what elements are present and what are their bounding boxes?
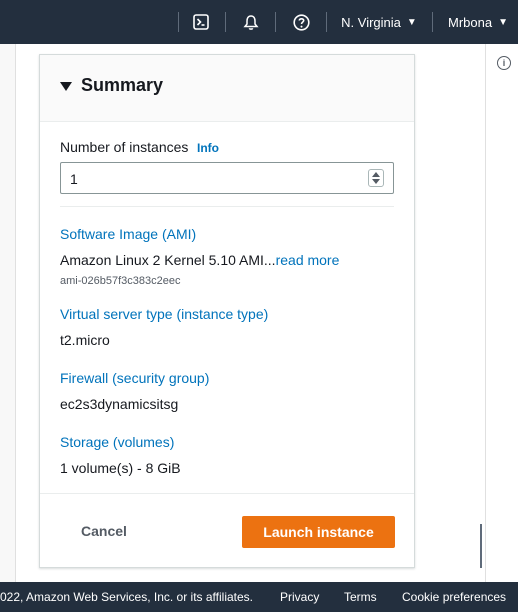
copyright-text: 022, Amazon Web Services, Inc. or its af… (0, 590, 254, 604)
instances-count-input[interactable]: 1 (60, 162, 394, 194)
security-group-value: ec2s3dynamicsitsg (60, 396, 179, 412)
number-stepper[interactable] (368, 169, 384, 187)
account-name: Mrbona (448, 14, 493, 30)
caret-down-icon[interactable] (60, 82, 72, 91)
divider (40, 493, 414, 494)
nav-divider (432, 12, 433, 32)
region-label: N. Virginia (341, 14, 401, 30)
terms-link[interactable]: Terms (344, 590, 377, 604)
storage-heading-link[interactable]: Storage (volumes) (60, 434, 174, 450)
cloudshell-button[interactable] (186, 0, 216, 44)
increment-icon[interactable] (372, 172, 380, 177)
info-link[interactable]: Info (197, 141, 219, 155)
nav-divider (225, 12, 226, 32)
region-selector[interactable]: N. Virginia ▼ (336, 0, 422, 44)
ami-value: Amazon Linux 2 Kernel 5.10 AMI...read mo… (60, 252, 339, 268)
terminal-icon (193, 14, 209, 30)
nav-divider (326, 12, 327, 32)
instance-type-heading-link[interactable]: Virtual server type (instance type) (60, 306, 268, 322)
decrement-icon[interactable] (372, 179, 380, 184)
tools-panel (485, 44, 518, 582)
ami-id: ami-026b57f3c383c2eec (60, 275, 181, 287)
storage-value: 1 volume(s) - 8 GiB (60, 460, 181, 476)
help-icon (292, 13, 310, 31)
launch-instance-button[interactable]: Launch instance (242, 516, 395, 548)
firewall-heading-link[interactable]: Firewall (security group) (60, 370, 209, 386)
scrollbar[interactable] (480, 524, 482, 568)
instances-label: Number of instances (60, 139, 189, 155)
divider (60, 206, 394, 207)
cookie-preferences-link[interactable]: Cookie preferences (402, 590, 506, 604)
account-menu[interactable]: Mrbona ▼ (443, 0, 513, 44)
bell-icon (243, 14, 259, 30)
notifications-button[interactable] (236, 0, 266, 44)
nav-divider (275, 12, 276, 32)
read-more-link[interactable]: read more (276, 252, 340, 268)
ami-heading-link[interactable]: Software Image (AMI) (60, 226, 196, 242)
summary-title: Summary (81, 75, 164, 95)
nav-divider (178, 12, 179, 32)
cancel-button[interactable]: Cancel (81, 523, 127, 539)
summary-panel: Summary Number of instances Info 1 Softw… (39, 54, 415, 568)
left-panel-edge (0, 44, 16, 582)
help-button[interactable] (286, 0, 316, 44)
top-navigation-bar: N. Virginia ▼ Mrbona ▼ (0, 0, 518, 44)
instances-count-value: 1 (70, 171, 78, 187)
info-icon[interactable]: i (497, 56, 511, 70)
page-footer: 022, Amazon Web Services, Inc. or its af… (0, 582, 518, 612)
ami-name: Amazon Linux 2 Kernel 5.10 AMI... (60, 252, 276, 268)
instance-type-value: t2.micro (60, 332, 110, 348)
summary-header[interactable]: Summary (40, 55, 414, 122)
caret-down-icon: ▼ (406, 16, 417, 28)
caret-down-icon: ▼ (498, 16, 508, 28)
privacy-link[interactable]: Privacy (280, 590, 319, 604)
